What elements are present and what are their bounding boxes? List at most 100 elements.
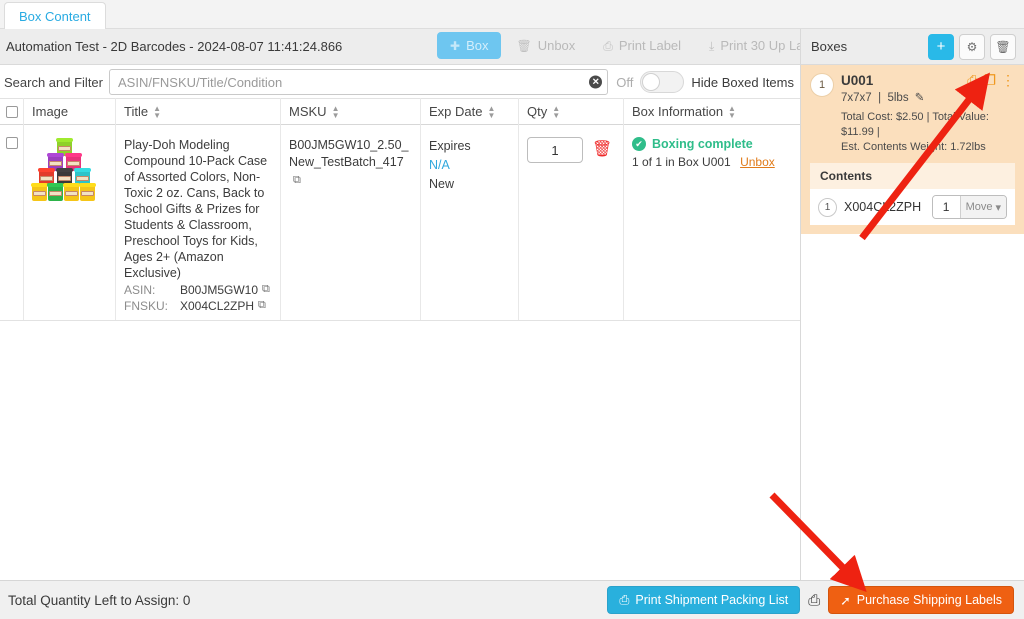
search-and-filter-row: Search and Filter ✕ Off Hide Boxed Items	[0, 66, 800, 98]
row-msku-cell: B00JM5GW10_2.50_New_TestBatch_417 ⧉	[281, 125, 421, 320]
column-header-box-information: Box Information ▲ ▼	[624, 98, 800, 125]
boxing-status: ✔ Boxing complete	[632, 137, 792, 151]
printer-icon: ⎙	[619, 592, 630, 607]
fnsku-row: FNSKU: X004CL2ZPH ⧉	[124, 299, 272, 313]
box-more-options-icon[interactable]: ⋮	[1001, 73, 1015, 87]
hide-boxed-items-area: Off Hide Boxed Items	[616, 71, 800, 93]
toggle-state-label: Off	[616, 74, 634, 90]
sort-title-icon[interactable]: ▲ ▼	[153, 104, 161, 119]
sort-exp-date-icon[interactable]: ▲ ▼	[487, 104, 495, 119]
row-title-cell: Play-Doh Modeling Compound 10-Pack Case …	[116, 125, 281, 320]
clear-circle-icon[interactable]: ✕	[589, 75, 603, 89]
sort-box-information-icon[interactable]: ▲ ▼	[728, 104, 736, 119]
toggle-knob	[642, 73, 661, 91]
content-move-controls: 1 Move ▾	[931, 195, 1007, 219]
box-meta-line-1: Total Cost: $2.50 | Total Value: $11.99 …	[841, 111, 989, 138]
trash-icon: 🗑	[995, 39, 1011, 54]
boxing-status-label: Boxing complete	[652, 137, 753, 151]
purchase-shipping-labels-button[interactable]: ➚ Purchase Shipping Labels	[828, 586, 1014, 614]
duplicate-box-icon[interactable]: ❐	[983, 73, 996, 87]
printer-icon: ⎙	[603, 38, 613, 53]
column-header-msku-label: MSKU	[289, 104, 327, 119]
asin-row: ASIN: B00JM5GW10 ⧉	[124, 283, 272, 297]
printer-icon[interactable]: ⎙	[808, 592, 820, 609]
box-card: 1 U001 7x7x7 | 5lbs ✎ ⎙ ❐ ⋮ Total Cost:	[801, 65, 1024, 234]
purchase-shipping-labels-label: Purchase Shipping Labels	[856, 593, 1002, 607]
footer-bar: Total Quantity Left to Assign: 0 ⎙ Print…	[0, 580, 1024, 619]
sort-msku-icon[interactable]: ▲ ▼	[332, 104, 340, 119]
box-button[interactable]: ✚ Box	[437, 32, 502, 59]
column-header-qty-label: Qty	[527, 104, 548, 119]
fnsku-value: X004CL2ZPH	[180, 299, 255, 313]
plus-icon: ✚	[450, 38, 461, 53]
delete-box-button[interactable]: 🗑	[990, 33, 1016, 60]
boxes-panel-header: Boxes + ⚙ 🗑	[801, 29, 1024, 65]
check-circle-icon: ✔	[632, 137, 646, 151]
exp-date-value[interactable]: N/A	[429, 156, 510, 175]
box-detail-text: 1 of 1 in Box U001	[632, 155, 731, 169]
unbox-button[interactable]: 🗑 Unbox	[503, 32, 588, 59]
copy-msku-icon[interactable]: ⧉	[293, 174, 301, 187]
row-qty-cell: 🗑	[519, 125, 624, 320]
asin-label: ASIN:	[124, 283, 156, 297]
boxes-panel-title: Boxes	[811, 39, 848, 54]
edit-box-icon[interactable]: ✎	[915, 92, 925, 104]
column-header-exp-date-label: Exp Date	[429, 104, 483, 119]
box-meta-line-2: Est. Contents Weight: 1.72lbs	[841, 141, 986, 153]
add-box-button[interactable]: +	[928, 33, 954, 60]
msku-value: B00JM5GW10_2.50_New_TestBatch_417	[289, 138, 409, 169]
select-all-header	[0, 98, 24, 125]
product-thumbnail	[32, 139, 96, 203]
qty-input[interactable]	[527, 137, 583, 163]
column-header-msku: MSKU ▲ ▼	[281, 98, 421, 125]
hide-boxed-items-toggle[interactable]	[640, 71, 685, 93]
box-card-actions: ⎙ ❐ ⋮	[967, 73, 1015, 87]
column-header-image-label: Image	[32, 104, 69, 119]
content-move-dropdown[interactable]: Move ▾	[959, 196, 1006, 218]
box-dims-separator: |	[874, 92, 885, 104]
select-all-checkbox[interactable]	[5, 105, 18, 118]
row-image-cell	[24, 125, 116, 320]
expires-label: Expires	[429, 139, 471, 153]
print-label-button-label: Print Label	[618, 38, 682, 53]
search-label: Search and Filter	[4, 74, 103, 90]
content-quantity-badge: 1	[818, 197, 837, 217]
copy-fnsku-icon[interactable]: ⧉	[258, 299, 266, 313]
shipment-action-buttons: ✚ Box 🗑 Unbox ⎙ Print Label ⤓ Print 30 U…	[437, 32, 840, 59]
row-select-cell	[0, 125, 24, 320]
copy-asin-icon[interactable]: ⧉	[262, 283, 270, 297]
print-box-label-icon[interactable]: ⎙	[967, 73, 978, 87]
column-header-qty: Qty ▲ ▼	[519, 98, 624, 125]
box-detail-row: 1 of 1 in Box U001 Unbox	[632, 155, 792, 169]
boxes-panel: Boxes + ⚙ 🗑 1 U001 7x7x7 | 5lbs ✎ ⎙ ❐ ⋮ …	[800, 29, 1024, 580]
condition-value: New	[429, 177, 455, 191]
column-header-image: Image	[24, 98, 116, 125]
content-qty-input[interactable]: 1	[932, 196, 960, 218]
tab-box-content[interactable]: Box Content	[4, 2, 106, 29]
box-number-badge: 1	[810, 73, 834, 97]
sort-qty-icon[interactable]: ▲ ▼	[552, 104, 560, 119]
table-row: Play-Doh Modeling Compound 10-Pack Case …	[0, 125, 800, 321]
unbox-link[interactable]: Unbox	[740, 155, 775, 169]
asin-value: B00JM5GW10	[180, 283, 259, 297]
print-shipment-packing-list-label: Print Shipment Packing List	[635, 593, 789, 607]
print-label-button[interactable]: ⎙ Print Label	[590, 32, 694, 59]
search-input[interactable]	[109, 69, 609, 95]
add-box-label: +	[936, 38, 946, 55]
gear-icon: ⚙	[966, 39, 978, 54]
footer-actions: ⎙ Print Shipment Packing List ⎙ ➚ Purcha…	[607, 586, 1014, 614]
print-shipment-packing-list-button[interactable]: ⎙ Print Shipment Packing List	[607, 586, 801, 614]
contents-header: Contents	[810, 163, 1015, 189]
shipment-title: Automation Test - 2D Barcodes - 2024-08-…	[6, 39, 343, 54]
box-dimensions: 7x7x7	[841, 92, 872, 104]
row-checkbox[interactable]	[5, 137, 18, 149]
download-icon: ⤓	[709, 38, 715, 53]
box-settings-button[interactable]: ⚙	[959, 33, 985, 60]
delete-row-icon[interactable]: 🗑	[592, 142, 612, 158]
hide-boxed-items-label: Hide Boxed Items	[691, 74, 794, 90]
box-dimensions-row: 7x7x7 | 5lbs ✎	[841, 90, 924, 104]
box-id: U001	[841, 73, 874, 88]
column-header-box-information-label: Box Information	[632, 104, 724, 119]
chevron-down-icon: ▾	[995, 201, 1001, 214]
column-header-exp-date: Exp Date ▲ ▼	[421, 98, 519, 125]
